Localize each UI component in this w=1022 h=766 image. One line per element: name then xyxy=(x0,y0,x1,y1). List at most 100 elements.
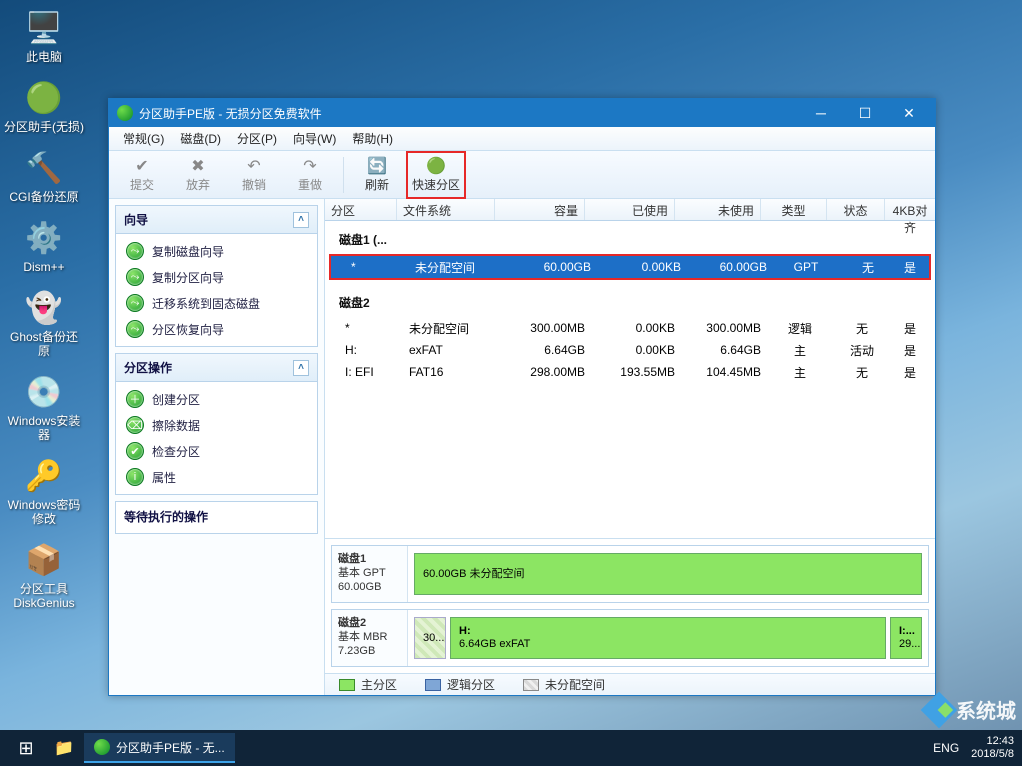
col-capacity[interactable]: 容量 xyxy=(495,199,585,220)
desktop-icon-dism[interactable]: ⚙️Dism++ xyxy=(4,218,84,274)
disk1-title: 磁盘1 (... xyxy=(325,221,935,254)
toolbar: ✔提交 ✖放弃 ↶撤销 ↷重做 🔄刷新 🟢快速分区 xyxy=(109,151,935,199)
disk2-bar-i[interactable]: I:...29... xyxy=(890,617,922,659)
tray-ime[interactable]: ENG xyxy=(933,741,959,755)
collapse-icon[interactable]: ˄ xyxy=(293,212,309,228)
desktop-icon-ghost[interactable]: 👻Ghost备份还原 xyxy=(4,288,84,358)
table-row[interactable]: I: EFIFAT16298.00MB193.55MB104.45MB主无是 xyxy=(325,361,935,383)
legend-logical-swatch xyxy=(425,679,441,691)
check-icon: ✔ xyxy=(135,156,148,176)
disk1-highlight: * 未分配空间 60.00GB 0.00KB 60.00GB GPT 无 是 xyxy=(329,254,931,280)
disk2-viz[interactable]: 磁盘2 基本 MBR 7.23GB 30... H:6.64GB exFAT I… xyxy=(331,609,929,667)
main-area: 向导˄ ⤳复制磁盘向导 ⤳复制分区向导 ⤳迁移系统到固态磁盘 ⤳分区恢复向导 分… xyxy=(109,199,935,695)
table-row[interactable]: * 未分配空间 60.00GB 0.00KB 60.00GB GPT 无 是 xyxy=(331,256,929,278)
wizard-icon: ⤳ xyxy=(126,320,144,338)
hammer-icon: 🔨 xyxy=(20,148,68,188)
desktop-icon-cgi[interactable]: 🔨CGI备份还原 xyxy=(4,148,84,204)
ops-panel-title: 分区操作 xyxy=(124,359,172,376)
table-row[interactable]: H:exFAT6.64GB0.00KB6.64GB主活动是 xyxy=(325,339,935,361)
disk1-bar-unallocated[interactable]: 60.00GB 未分配空间 xyxy=(414,553,922,595)
cd-icon: 💿 xyxy=(20,372,68,412)
op-icon: i xyxy=(126,468,144,486)
desktop-icon-diskgenius[interactable]: 📦分区工具DiskGenius xyxy=(4,540,84,610)
op-create-partition[interactable]: ＋创建分区 xyxy=(122,386,311,412)
disk2-bar-h[interactable]: H:6.64GB exFAT xyxy=(450,617,886,659)
taskbar-app-partition-assistant[interactable]: 分区助手PE版 - 无... xyxy=(84,733,235,763)
op-wipe-data[interactable]: ⌫擦除数据 xyxy=(122,412,311,438)
content: 分区 文件系统 容量 已使用 未使用 类型 状态 4KB对齐 磁盘1 (... … xyxy=(325,199,935,695)
refresh-button[interactable]: 🔄刷新 xyxy=(350,154,404,196)
desktop-icon-wininstall[interactable]: 💿Windows安装器 xyxy=(4,372,84,442)
tray-clock[interactable]: 12:43 2018/5/8 xyxy=(971,735,1014,761)
col-type[interactable]: 类型 xyxy=(761,199,827,220)
op-check-partition[interactable]: ✔检查分区 xyxy=(122,438,311,464)
menu-wizard[interactable]: 向导(W) xyxy=(285,127,344,150)
refresh-icon: 🔄 xyxy=(367,156,387,176)
op-icon: ＋ xyxy=(126,390,144,408)
disk1-info: 磁盘1 基本 GPT 60.00GB xyxy=(332,546,408,602)
col-4k-align[interactable]: 4KB对齐 xyxy=(885,199,935,220)
undo-icon: ↶ xyxy=(247,156,260,176)
table-row[interactable]: *未分配空间300.00MB0.00KB300.00MB逻辑无是 xyxy=(325,317,935,339)
pending-title: 等待执行的操作 xyxy=(116,502,317,533)
taskbar: ⊞ 📁 分区助手PE版 - 无... ENG 12:43 2018/5/8 xyxy=(0,730,1022,766)
disk2-info: 磁盘2 基本 MBR 7.23GB xyxy=(332,610,408,666)
start-button[interactable]: ⊞ xyxy=(8,733,44,763)
disk-visualization: 磁盘1 基本 GPT 60.00GB 60.00GB 未分配空间 磁盘2 基本 … xyxy=(325,538,935,673)
table-body: 磁盘1 (... * 未分配空间 60.00GB 0.00KB 60.00GB … xyxy=(325,221,935,538)
legend: 主分区 逻辑分区 未分配空间 xyxy=(325,673,935,695)
wizard-icon: ⤳ xyxy=(126,242,144,260)
col-status[interactable]: 状态 xyxy=(827,199,885,220)
disk1-viz[interactable]: 磁盘1 基本 GPT 60.00GB 60.00GB 未分配空间 xyxy=(331,545,929,603)
minimize-button[interactable]: ─ xyxy=(799,100,843,126)
disk2-title: 磁盘2 xyxy=(325,284,935,317)
titlebar[interactable]: 分区助手PE版 - 无损分区免费软件 ─ ☐ ✕ xyxy=(109,99,935,127)
menu-disk[interactable]: 磁盘(D) xyxy=(172,127,229,150)
app-icon xyxy=(117,105,133,121)
quick-partition-highlight: 🟢快速分区 xyxy=(406,151,466,199)
discard-button[interactable]: ✖放弃 xyxy=(171,154,225,196)
wizard-copy-partition[interactable]: ⤳复制分区向导 xyxy=(122,264,311,290)
diskgenius-icon: 📦 xyxy=(20,540,68,580)
disk2-bar-unallocated[interactable]: 30... xyxy=(414,617,446,659)
table-header: 分区 文件系统 容量 已使用 未使用 类型 状态 4KB对齐 xyxy=(325,199,935,221)
op-properties[interactable]: i属性 xyxy=(122,464,311,490)
file-explorer-icon[interactable]: 📁 xyxy=(44,733,84,763)
wizard-recover-partition[interactable]: ⤳分区恢复向导 xyxy=(122,316,311,342)
wizard-copy-disk[interactable]: ⤳复制磁盘向导 xyxy=(122,238,311,264)
desktop-icon-thispc[interactable]: 🖥️此电脑 xyxy=(4,8,84,64)
redo-icon: ↷ xyxy=(303,156,316,176)
desktop-icon-winpass[interactable]: 🔑Windows密码修改 xyxy=(4,456,84,526)
undo-button[interactable]: ↶撤销 xyxy=(227,154,281,196)
partition-icon: 🟢 xyxy=(426,156,446,176)
monitor-icon: 🖥️ xyxy=(20,8,68,48)
maximize-button[interactable]: ☐ xyxy=(843,100,887,126)
wizard-icon: ⤳ xyxy=(126,294,144,312)
op-icon: ✔ xyxy=(126,442,144,460)
col-used[interactable]: 已使用 xyxy=(585,199,675,220)
toolbar-separator xyxy=(343,157,344,193)
menu-help[interactable]: 帮助(H) xyxy=(344,127,401,150)
gear-icon: ⚙️ xyxy=(20,218,68,258)
col-partition[interactable]: 分区 xyxy=(325,199,397,220)
sidebar: 向导˄ ⤳复制磁盘向导 ⤳复制分区向导 ⤳迁移系统到固态磁盘 ⤳分区恢复向导 分… xyxy=(109,199,325,695)
desktop-icons: 🖥️此电脑 🟢分区助手(无损) 🔨CGI备份还原 ⚙️Dism++ 👻Ghost… xyxy=(4,8,94,624)
watermark: 系统城 xyxy=(926,695,1016,724)
col-free[interactable]: 未使用 xyxy=(675,199,761,220)
desktop-icon-partition-assistant[interactable]: 🟢分区助手(无损) xyxy=(4,78,84,134)
collapse-icon[interactable]: ˄ xyxy=(293,360,309,376)
legend-unalloc-swatch xyxy=(523,679,539,691)
redo-button[interactable]: ↷重做 xyxy=(283,154,337,196)
menubar: 常规(G) 磁盘(D) 分区(P) 向导(W) 帮助(H) xyxy=(109,127,935,151)
window-title: 分区助手PE版 - 无损分区免费软件 xyxy=(139,105,322,122)
commit-button[interactable]: ✔提交 xyxy=(115,154,169,196)
op-icon: ⌫ xyxy=(126,416,144,434)
close-button[interactable]: ✕ xyxy=(887,100,931,126)
quick-partition-button[interactable]: 🟢快速分区 xyxy=(409,154,463,196)
menu-partition[interactable]: 分区(P) xyxy=(229,127,285,150)
col-filesystem[interactable]: 文件系统 xyxy=(397,199,495,220)
wizard-migrate-ssd[interactable]: ⤳迁移系统到固态磁盘 xyxy=(122,290,311,316)
menu-general[interactable]: 常规(G) xyxy=(115,127,172,150)
wizard-panel: 向导˄ ⤳复制磁盘向导 ⤳复制分区向导 ⤳迁移系统到固态磁盘 ⤳分区恢复向导 xyxy=(115,205,318,347)
pending-panel: 等待执行的操作 xyxy=(115,501,318,534)
